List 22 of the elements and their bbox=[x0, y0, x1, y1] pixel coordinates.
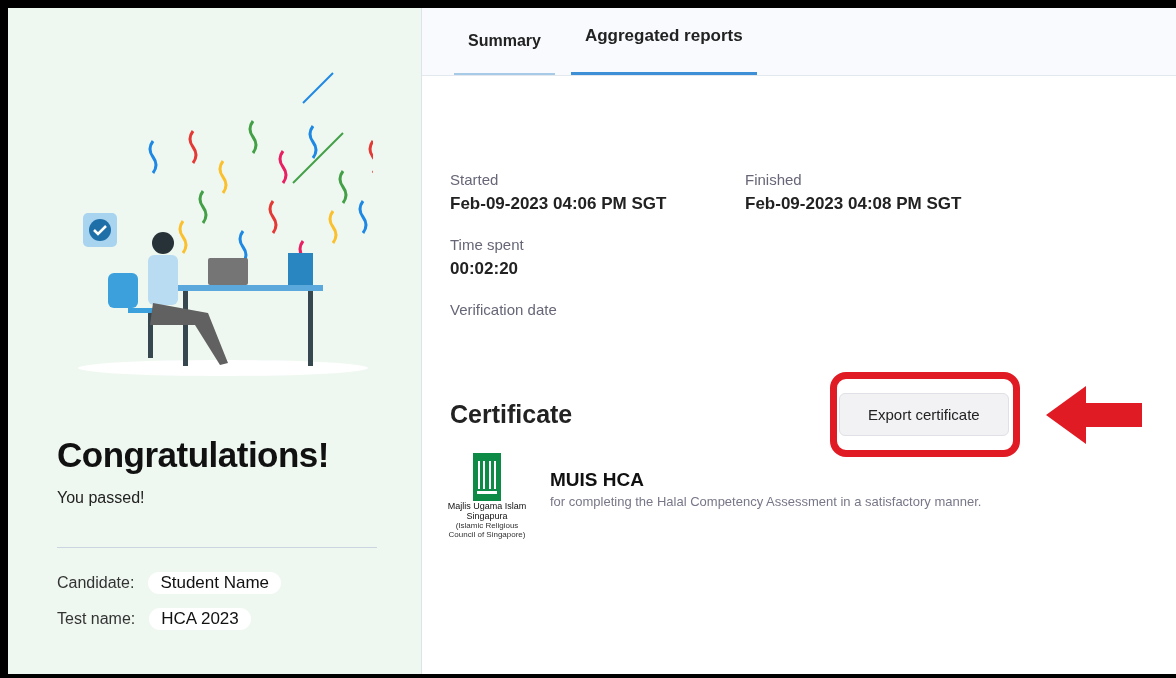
field-value: 00:02:20 bbox=[450, 259, 520, 279]
congratulations-heading: Congratulations! bbox=[57, 435, 330, 475]
field-label: Finished bbox=[745, 171, 803, 188]
tab[interactable]: Summary bbox=[454, 8, 555, 75]
field-value: Feb-09-2023 04:06 PM SGT bbox=[450, 194, 668, 214]
detail-value: HCA 2023 bbox=[149, 608, 251, 630]
logo-icon bbox=[473, 453, 501, 501]
passed-message: You passed! bbox=[57, 489, 146, 507]
certificate-name: MUIS HCA bbox=[550, 469, 645, 491]
detail-label: Candidate: bbox=[57, 574, 135, 592]
export-certificate-button[interactable]: Export certificate bbox=[839, 393, 1009, 436]
detail-label: Test name: bbox=[57, 610, 136, 628]
tab[interactable]: Aggregated reports bbox=[570, 8, 757, 75]
logo-subtext: (Islamic Religious Council of Singapore) bbox=[447, 521, 527, 539]
certificate-heading: Certificate bbox=[450, 400, 574, 429]
field-label: Verification date bbox=[450, 301, 558, 318]
detail-value: Student Name bbox=[148, 572, 282, 594]
field-label: Started bbox=[450, 171, 500, 188]
logo-text: Majlis Ugama Islam Singapura bbox=[446, 501, 528, 521]
certificate-description: for completing the Halal Competency Assessment in a satisfactory manner. bbox=[550, 494, 982, 509]
field-label: Time spent bbox=[450, 236, 525, 253]
field-value: Feb-09-2023 04:08 PM SGT bbox=[745, 194, 963, 214]
